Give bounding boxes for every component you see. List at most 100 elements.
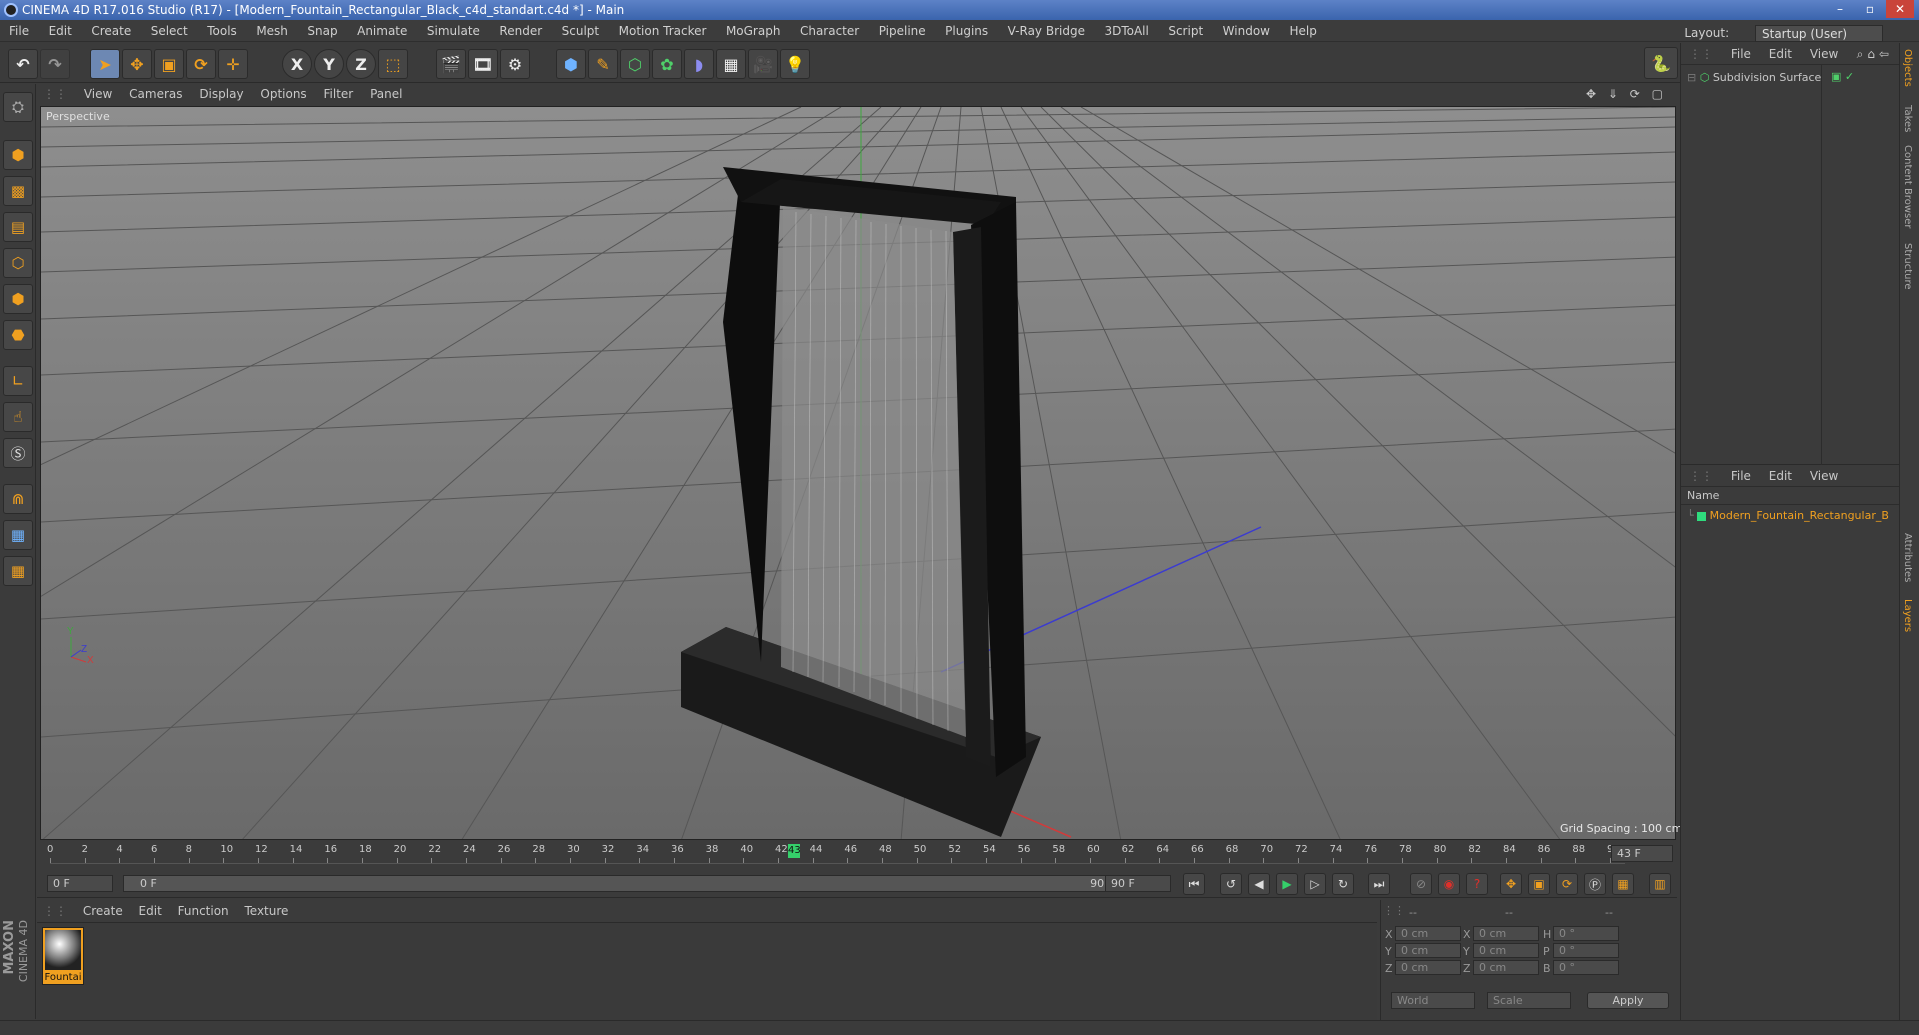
- key-rotate-icon[interactable]: ⟳: [1556, 873, 1578, 895]
- go-to-end-icon[interactable]: ⏭: [1368, 873, 1390, 895]
- coord-rotation-field[interactable]: 0 °: [1553, 960, 1619, 975]
- rotate-icon[interactable]: ⟳: [186, 49, 216, 79]
- layer-menu-view[interactable]: View: [1810, 469, 1838, 483]
- coord-rotation-field[interactable]: 0 °: [1553, 926, 1619, 941]
- python-icon[interactable]: 🐍: [1644, 47, 1678, 79]
- points-mode-icon[interactable]: ⬡: [3, 248, 33, 278]
- polygons-mode-icon[interactable]: ⬣: [3, 320, 33, 350]
- menu-plugins[interactable]: Plugins: [945, 24, 988, 38]
- minimize-button[interactable]: –: [1826, 0, 1854, 18]
- end-frame-field[interactable]: 90 F: [1105, 875, 1171, 892]
- timeline-window-icon[interactable]: ▥: [1649, 873, 1671, 895]
- previous-frame-icon[interactable]: ◀: [1248, 873, 1270, 895]
- render-picture-viewer-icon[interactable]: 🎞: [468, 49, 498, 79]
- viewport-nav-icons[interactable]: ✥ ⇓ ⟳ ▢: [1586, 84, 1667, 104]
- material-menu-create[interactable]: Create: [83, 904, 123, 918]
- next-key-icon[interactable]: ↻: [1332, 873, 1354, 895]
- menu-character[interactable]: Character: [800, 24, 859, 38]
- object-menu-file[interactable]: File: [1731, 47, 1751, 61]
- menu-pipeline[interactable]: Pipeline: [879, 24, 926, 38]
- menu-create[interactable]: Create: [91, 24, 131, 38]
- object-menu-edit[interactable]: Edit: [1769, 47, 1792, 61]
- subdivision-icon[interactable]: ⬡: [620, 49, 650, 79]
- layer-menu-edit[interactable]: Edit: [1769, 469, 1792, 483]
- magnet-icon[interactable]: ⋒: [3, 484, 33, 514]
- axis-z-button[interactable]: Z: [346, 49, 376, 79]
- viewport-menu-panel[interactable]: Panel: [370, 87, 402, 101]
- play-icon[interactable]: ▶: [1276, 873, 1298, 895]
- snap-icon[interactable]: Ⓢ: [3, 438, 33, 468]
- layer-row[interactable]: └ Modern_Fountain_Rectangular_B: [1687, 509, 1897, 522]
- coord-mode-dropdown[interactable]: World: [1391, 992, 1475, 1009]
- transform-icon[interactable]: ✛: [218, 49, 248, 79]
- coord-position-field[interactable]: 0 cm: [1395, 960, 1461, 975]
- menu-edit[interactable]: Edit: [49, 24, 72, 38]
- maximize-button[interactable]: ▫: [1856, 0, 1884, 18]
- texture-mode-icon[interactable]: ▩: [3, 176, 33, 206]
- light-icon[interactable]: 💡: [780, 49, 810, 79]
- axis-mode-icon[interactable]: ∟: [3, 366, 33, 396]
- tab-objects[interactable]: Objects: [1902, 49, 1913, 87]
- key-move-icon[interactable]: ✥: [1500, 873, 1522, 895]
- undo-icon[interactable]: ↶: [8, 49, 38, 79]
- menu-animate[interactable]: Animate: [357, 24, 407, 38]
- menu-simulate[interactable]: Simulate: [427, 24, 480, 38]
- menu-script[interactable]: Script: [1168, 24, 1203, 38]
- menu-vray-bridge[interactable]: V-Ray Bridge: [1008, 24, 1085, 38]
- tweak-mode-icon[interactable]: ☝: [3, 402, 33, 432]
- playhead[interactable]: 43: [788, 844, 801, 858]
- coord-position-field[interactable]: 0 cm: [1395, 943, 1461, 958]
- tab-content-browser[interactable]: Content Browser: [1902, 145, 1913, 228]
- layout-dropdown[interactable]: Startup (User): [1755, 25, 1883, 42]
- planar-workplane-icon[interactable]: ▦: [3, 556, 33, 586]
- menu-render[interactable]: Render: [499, 24, 542, 38]
- viewport-menu-filter[interactable]: Filter: [324, 87, 354, 101]
- coordinate-system-icon[interactable]: ⬚: [378, 49, 408, 79]
- menu-snap[interactable]: Snap: [307, 24, 337, 38]
- object-row[interactable]: ⊟ ⬡ Subdivision Surface: [1687, 70, 1821, 86]
- next-frame-icon[interactable]: ▷: [1304, 873, 1326, 895]
- current-frame-field[interactable]: 43 F: [1611, 845, 1673, 862]
- menu-tools[interactable]: Tools: [207, 24, 237, 38]
- viewport-menu-cameras[interactable]: Cameras: [129, 87, 182, 101]
- scale-icon[interactable]: ▣: [154, 49, 184, 79]
- material-menu-texture[interactable]: Texture: [244, 904, 288, 918]
- menu-mograph[interactable]: MoGraph: [726, 24, 781, 38]
- render-settings-icon[interactable]: ⚙: [500, 49, 530, 79]
- workplane-icon[interactable]: ▤: [3, 212, 33, 242]
- size-mode-dropdown[interactable]: Scale: [1487, 992, 1571, 1009]
- menu-help[interactable]: Help: [1289, 24, 1316, 38]
- viewport-menu-display[interactable]: Display: [199, 87, 243, 101]
- coord-position-field[interactable]: 0 cm: [1395, 926, 1461, 941]
- material-swatch[interactable]: Fountai: [42, 927, 84, 985]
- make-editable-icon[interactable]: ⛭: [3, 92, 33, 122]
- menu-motion-tracker[interactable]: Motion Tracker: [619, 24, 707, 38]
- floor-icon[interactable]: ▦: [716, 49, 746, 79]
- pen-spline-icon[interactable]: ✎: [588, 49, 618, 79]
- tab-structure[interactable]: Structure: [1902, 243, 1913, 290]
- tab-takes[interactable]: Takes: [1902, 105, 1913, 132]
- material-menu-function[interactable]: Function: [178, 904, 229, 918]
- edges-mode-icon[interactable]: ⬢: [3, 284, 33, 314]
- 3d-viewport[interactable]: Y X Z: [40, 106, 1676, 840]
- autokey-icon[interactable]: ?: [1466, 873, 1488, 895]
- coord-size-field[interactable]: 0 cm: [1473, 926, 1539, 941]
- axis-x-button[interactable]: X: [282, 49, 312, 79]
- lock-workplane-icon[interactable]: ▦: [3, 520, 33, 550]
- object-manager-tools-icon[interactable]: ⌕⌂⇦: [1857, 43, 1893, 65]
- tab-layers[interactable]: Layers: [1902, 599, 1913, 632]
- apply-button[interactable]: Apply: [1587, 992, 1669, 1009]
- coord-size-field[interactable]: 0 cm: [1473, 943, 1539, 958]
- render-view-icon[interactable]: 🎬: [436, 49, 466, 79]
- select-arrow-icon[interactable]: ➤: [90, 49, 120, 79]
- model-mode-icon[interactable]: ⬢: [3, 140, 33, 170]
- menu-select[interactable]: Select: [151, 24, 188, 38]
- record-icon[interactable]: ◉: [1438, 873, 1460, 895]
- key-param-icon[interactable]: Ⓟ: [1584, 873, 1606, 895]
- timeline-ruler[interactable]: 0 2 4 6 8 10 12 14 16 18 20 22 24 26 28 30 32 34 36 38 40 42 4…: [37, 842, 1677, 866]
- keyframe-selection-icon[interactable]: ⊘: [1410, 873, 1432, 895]
- object-menu-view[interactable]: View: [1810, 47, 1838, 61]
- close-button[interactable]: ✕: [1886, 0, 1914, 18]
- coord-size-field[interactable]: 0 cm: [1473, 960, 1539, 975]
- material-menu-edit[interactable]: Edit: [139, 904, 162, 918]
